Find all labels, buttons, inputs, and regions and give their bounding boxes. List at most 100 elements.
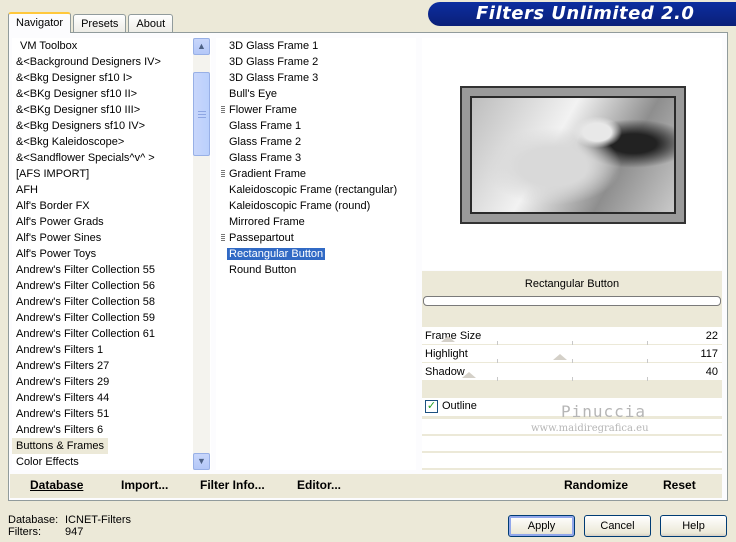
filters-count: 947 bbox=[65, 526, 84, 538]
slider-handle[interactable] bbox=[462, 372, 477, 378]
category-item[interactable]: VM Toolbox bbox=[12, 38, 211, 54]
category-item[interactable]: &<Bkg Kaleidoscope> bbox=[12, 134, 211, 150]
filter-label: Glass Frame 1 bbox=[229, 120, 302, 132]
app-title: Filters Unlimited 2.0 bbox=[476, 3, 695, 24]
progress-bar bbox=[423, 296, 721, 306]
category-item[interactable]: Andrew's Filters 44 bbox=[12, 390, 211, 406]
category-item[interactable]: &<BKg Designer sf10 III> bbox=[12, 102, 211, 118]
category-label: &<BKg Designer sf10 II> bbox=[16, 88, 138, 100]
scroll-down-icon[interactable]: ▼ bbox=[193, 453, 210, 470]
category-item[interactable]: Alf's Power Sines bbox=[12, 230, 211, 246]
category-item[interactable]: Andrew's Filters 1 bbox=[12, 342, 211, 358]
filter-info-button[interactable]: Filter Info... bbox=[200, 478, 265, 492]
category-label: AFH bbox=[16, 184, 38, 196]
filter-item[interactable]: Round Button bbox=[216, 262, 416, 278]
filter-label: 3D Glass Frame 2 bbox=[229, 56, 319, 68]
category-item[interactable]: Andrew's Filters 51 bbox=[12, 406, 211, 422]
preview-photo bbox=[472, 98, 674, 212]
category-label: Andrew's Filter Collection 59 bbox=[16, 312, 156, 324]
category-item[interactable]: Andrew's Filter Collection 58 bbox=[12, 294, 211, 310]
category-label: &<Bkg Designers sf10 IV> bbox=[16, 120, 146, 132]
outline-checkbox[interactable]: ✓ bbox=[425, 400, 438, 413]
category-item[interactable]: Alf's Border FX bbox=[12, 198, 211, 214]
category-label: Andrew's Filter Collection 55 bbox=[16, 264, 156, 276]
filter-label: 3D Glass Frame 3 bbox=[229, 72, 319, 84]
filter-list[interactable]: 3D Glass Frame 1 3D Glass Frame 2 3D Glass… bbox=[216, 38, 416, 470]
filter-item[interactable]: Bull's Eye bbox=[216, 86, 416, 102]
category-item[interactable]: Alf's Power Grads bbox=[12, 214, 211, 230]
filter-item[interactable]: Glass Frame 1 bbox=[216, 118, 416, 134]
tab-presets[interactable]: Presets bbox=[73, 14, 127, 33]
category-item[interactable]: Andrew's Filter Collection 59 bbox=[12, 310, 211, 326]
slider-handle[interactable] bbox=[440, 336, 455, 342]
category-label: VM Toolbox bbox=[20, 40, 78, 52]
title-banner: Filters Unlimited 2.0 bbox=[428, 2, 736, 26]
filter-item[interactable]: 3D Glass Frame 2 bbox=[216, 54, 416, 70]
database-value: ICNET-Filters bbox=[65, 514, 131, 526]
category-item[interactable]: Buttons & Frames bbox=[12, 438, 211, 454]
control-highlight[interactable]: Highlight 117 bbox=[422, 345, 722, 363]
filters-label: Filters: bbox=[8, 526, 41, 538]
category-item[interactable]: AFH bbox=[12, 182, 211, 198]
filter-item[interactable]: Gradient Frame bbox=[216, 166, 416, 182]
category-item[interactable]: Andrew's Filters 27 bbox=[12, 358, 211, 374]
category-item[interactable]: Color Effects bbox=[12, 454, 211, 470]
category-item[interactable]: Andrew's Filter Collection 56 bbox=[12, 278, 211, 294]
category-item[interactable]: &<Background Designers IV> bbox=[12, 54, 211, 70]
help-button[interactable]: Help bbox=[660, 515, 727, 537]
editor-button[interactable]: Editor... bbox=[297, 478, 341, 492]
filter-item[interactable]: Mirrored Frame bbox=[216, 214, 416, 230]
category-item[interactable]: Andrew's Filters 29 bbox=[12, 374, 211, 390]
tab-bar: Navigator Presets About bbox=[8, 12, 175, 33]
database-button[interactable]: Database bbox=[30, 478, 83, 492]
slider-track[interactable] bbox=[422, 372, 722, 381]
filter-item[interactable]: Glass Frame 3 bbox=[216, 150, 416, 166]
filter-item[interactable]: Kaleidoscopic Frame (rectangular) bbox=[216, 182, 416, 198]
filter-label: Rectangular Button bbox=[227, 248, 326, 260]
category-label: Buttons & Frames bbox=[12, 438, 109, 454]
filter-item[interactable]: Rectangular Button bbox=[216, 246, 416, 262]
randomize-button[interactable]: Randomize bbox=[564, 478, 628, 492]
filter-item[interactable]: Kaleidoscopic Frame (round) bbox=[216, 198, 416, 214]
category-label: [AFS IMPORT] bbox=[16, 168, 90, 180]
category-item[interactable]: &<Bkg Designer sf10 I> bbox=[12, 70, 211, 86]
filter-item[interactable]: Glass Frame 2 bbox=[216, 134, 416, 150]
category-item[interactable]: Andrew's Filters 6 bbox=[12, 422, 211, 438]
category-item[interactable]: [AFS IMPORT] bbox=[12, 166, 211, 182]
category-scrollbar[interactable]: ▲ ▼ bbox=[193, 38, 210, 470]
apply-button[interactable]: Apply bbox=[508, 515, 575, 537]
category-label: Andrew's Filters 44 bbox=[16, 392, 110, 404]
filter-item[interactable]: Passepartout bbox=[216, 230, 416, 246]
category-label: Alf's Power Sines bbox=[16, 232, 102, 244]
control-frame-size[interactable]: Frame Size 22 bbox=[422, 327, 722, 345]
filter-controls: Frame Size 22 Highlight 117 Shadow 40 bbox=[422, 327, 722, 381]
scroll-thumb[interactable] bbox=[193, 72, 210, 156]
slider-handle[interactable] bbox=[552, 354, 567, 360]
category-label: Andrew's Filters 27 bbox=[16, 360, 110, 372]
tab-navigator[interactable]: Navigator bbox=[8, 12, 72, 33]
category-list[interactable]: VM Toolbox &<Background Designers IV> &<Bk… bbox=[12, 38, 211, 470]
category-label: Alf's Power Grads bbox=[16, 216, 104, 228]
import-button[interactable]: Import... bbox=[121, 478, 168, 492]
category-item[interactable]: &<BKg Designer sf10 II> bbox=[12, 86, 211, 102]
filter-item[interactable]: 3D Glass Frame 1 bbox=[216, 38, 416, 54]
category-label: Andrew's Filters 6 bbox=[16, 424, 104, 436]
selected-filter-name: Rectangular Button bbox=[524, 278, 620, 290]
control-shadow[interactable]: Shadow 40 bbox=[422, 363, 722, 381]
filter-item[interactable]: 3D Glass Frame 3 bbox=[216, 70, 416, 86]
empty-control-row bbox=[422, 452, 722, 468]
category-item[interactable]: Andrew's Filter Collection 61 bbox=[12, 326, 211, 342]
category-label: Andrew's Filter Collection 58 bbox=[16, 296, 156, 308]
status-info: Database: ICNET-Filters Filters: 947 bbox=[8, 514, 131, 538]
tab-about[interactable]: About bbox=[128, 14, 174, 33]
filter-label: Gradient Frame bbox=[229, 168, 307, 180]
category-item[interactable]: &<Sandflower Specials^v^ > bbox=[12, 150, 211, 166]
category-item[interactable]: Andrew's Filter Collection 55 bbox=[12, 262, 211, 278]
scroll-up-icon[interactable]: ▲ bbox=[193, 38, 210, 55]
cancel-button[interactable]: Cancel bbox=[584, 515, 651, 537]
watermark-name: Pinuccia bbox=[561, 402, 647, 421]
category-item[interactable]: Alf's Power Toys bbox=[12, 246, 211, 262]
filter-item[interactable]: Flower Frame bbox=[216, 102, 416, 118]
reset-button[interactable]: Reset bbox=[663, 478, 696, 492]
category-item[interactable]: &<Bkg Designers sf10 IV> bbox=[12, 118, 211, 134]
